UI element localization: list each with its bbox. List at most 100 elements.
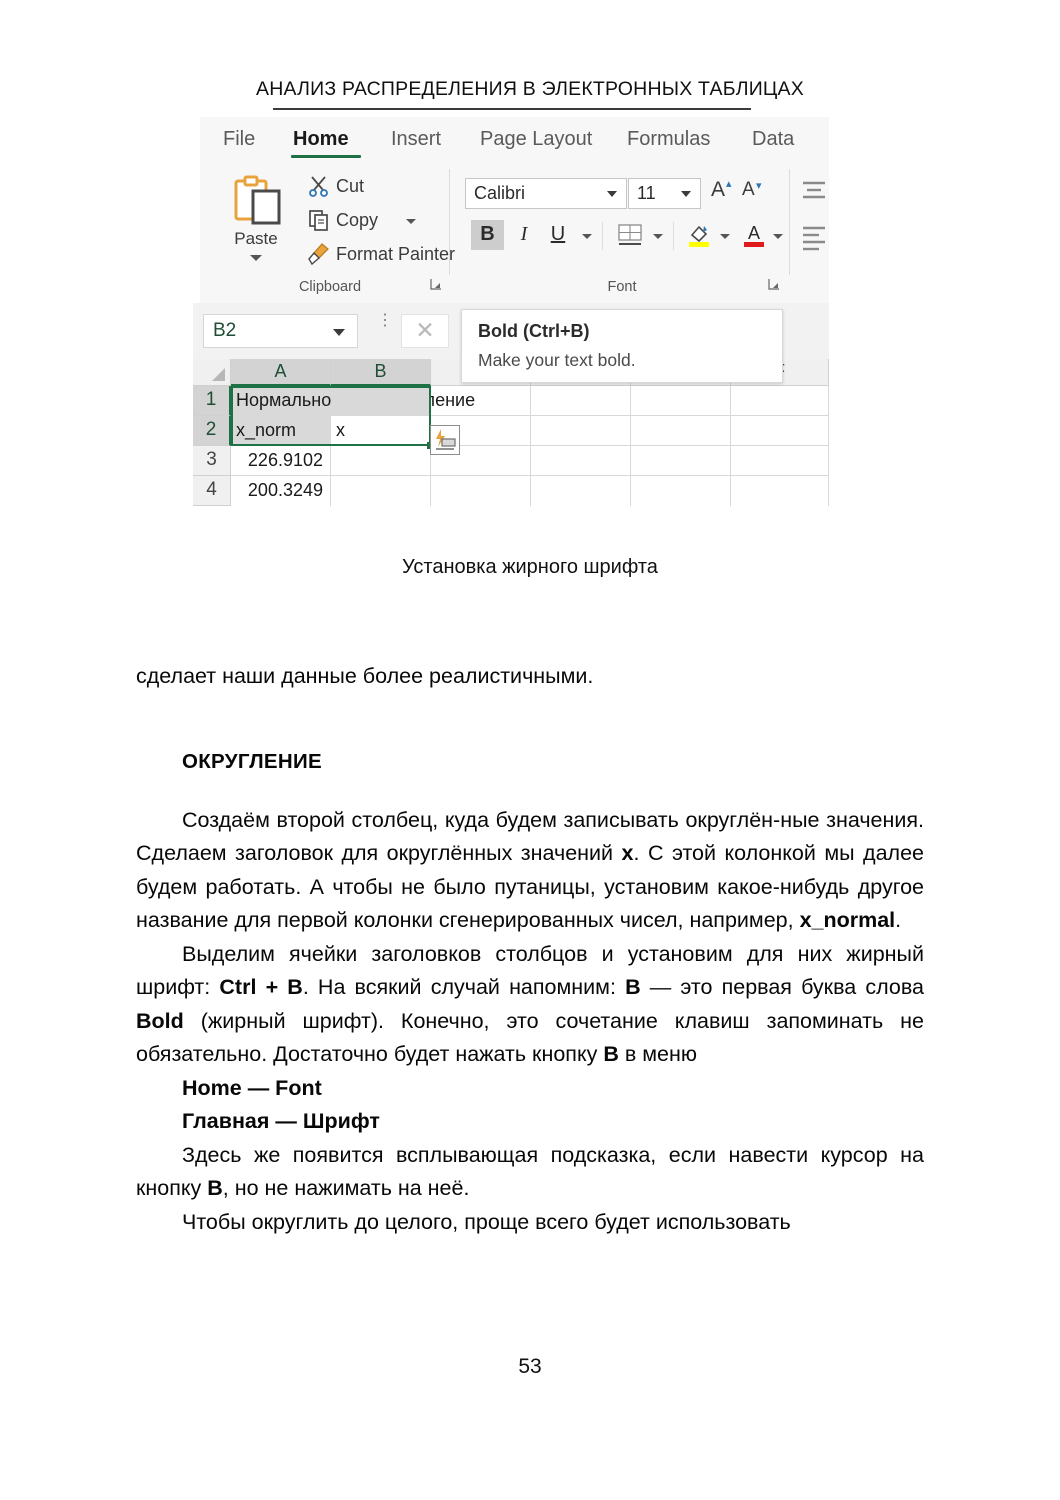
clipboard-group-label: Clipboard: [298, 279, 362, 295]
font-sep-2: [673, 222, 674, 250]
cell-d2[interactable]: [531, 416, 631, 446]
italic-button[interactable]: I: [510, 223, 538, 246]
cell-e2[interactable]: [631, 416, 731, 446]
font-dialog-launcher[interactable]: [767, 277, 781, 294]
formula-bar-handle[interactable]: ⋮: [377, 313, 393, 329]
cell-f2[interactable]: [731, 416, 829, 446]
font-size-combobox[interactable]: 11: [628, 178, 701, 209]
cut-label[interactable]: Cut: [336, 176, 364, 197]
paste-button[interactable]: Paste: [216, 171, 296, 275]
fill-color-button[interactable]: [687, 222, 713, 253]
font-color-button[interactable]: A: [742, 222, 766, 253]
copy-dropdown-caret-icon[interactable]: [406, 219, 416, 224]
cell-e3[interactable]: [631, 446, 731, 476]
name-box-caret-icon[interactable]: [333, 329, 345, 336]
row-header-3[interactable]: 3: [193, 446, 231, 476]
borders-dropdown-caret-icon[interactable]: [653, 234, 663, 239]
cell-d3[interactable]: [531, 446, 631, 476]
tab-home-underline: [291, 155, 361, 158]
cell-f4[interactable]: [731, 476, 829, 506]
running-head: АНАЛИЗ РАСПРЕДЕЛЕНИЯ В ЭЛЕКТРОННЫХ ТАБЛИ…: [256, 78, 804, 100]
p2-bold-b1: B: [625, 975, 641, 999]
ribbon-tab-strip: File Home Insert Page Layout Formulas Da…: [200, 117, 829, 165]
p1-part-e: .: [895, 908, 902, 932]
cell-d1[interactable]: [531, 386, 631, 416]
svg-text:A: A: [748, 223, 760, 243]
paste-dropdown-caret-icon[interactable]: [250, 255, 262, 261]
cell-f3[interactable]: [731, 446, 829, 476]
p2-bold-bold: Bold: [136, 1008, 184, 1033]
p3-part-c: , но не нажимать на неё.: [222, 1176, 470, 1200]
column-header-b[interactable]: B: [331, 359, 431, 386]
font-color-dropdown-caret-icon[interactable]: [773, 234, 783, 239]
font-group-separator: [789, 169, 790, 275]
row-header-1[interactable]: 1: [193, 386, 231, 416]
align-top-icon[interactable]: [800, 179, 828, 208]
name-box[interactable]: B2: [203, 314, 358, 348]
tab-file[interactable]: File: [223, 128, 255, 151]
cell-a1[interactable]: Нормальное распределение: [231, 386, 475, 416]
p2-part-e: — это первая буква слова: [640, 975, 924, 999]
cell-b1[interactable]: [331, 386, 431, 416]
font-style-row: B I U A: [465, 220, 785, 254]
figure-caption: Установка жирного шрифта: [402, 556, 658, 578]
font-group-label: Font: [607, 279, 637, 295]
tab-home[interactable]: Home: [293, 128, 349, 151]
row-header-2[interactable]: 2: [193, 416, 231, 446]
ribbon-home-panel: Paste Cut Copy Format Painter Clipboard …: [200, 165, 829, 303]
menu-path-en: Home — Font: [182, 1075, 322, 1100]
increase-font-size-button[interactable]: A: [711, 178, 725, 202]
paragraph-3: Здесь же появится всплывающая подсказка,…: [136, 1139, 924, 1206]
excel-window: File Home Insert Page Layout Formulas Da…: [193, 117, 829, 532]
tab-formulas[interactable]: Formulas: [627, 128, 710, 151]
cell-b3[interactable]: [331, 446, 431, 476]
cell-b2[interactable]: x: [331, 416, 431, 446]
tab-page-layout[interactable]: Page Layout: [480, 128, 592, 151]
underline-dropdown-caret-icon[interactable]: [582, 234, 592, 239]
cancel-entry-button[interactable]: ✕: [401, 314, 449, 348]
cell-a4[interactable]: 200.3249: [231, 476, 331, 506]
cell-c1[interactable]: [431, 386, 531, 416]
cell-a2[interactable]: x_norm: [231, 416, 331, 446]
format-painter-label[interactable]: Format Painter: [336, 244, 455, 265]
decrease-font-size-button[interactable]: A: [742, 179, 755, 201]
font-name-caret-icon[interactable]: [607, 191, 617, 197]
cell-b4[interactable]: [331, 476, 431, 506]
font-name-combobox[interactable]: Calibri: [465, 178, 627, 209]
cell-e4[interactable]: [631, 476, 731, 506]
format-painter-icon: [306, 242, 329, 266]
borders-button[interactable]: [617, 223, 643, 252]
font-sep-1: [602, 222, 603, 250]
fill-color-dropdown-caret-icon[interactable]: [720, 234, 730, 239]
menu-path-ru: Главная — Шрифт: [182, 1109, 380, 1133]
underline-button[interactable]: U: [544, 223, 572, 246]
clipboard-dialog-launcher[interactable]: [429, 277, 443, 294]
clipboard-group-separator: [449, 169, 450, 275]
quick-analysis-button[interactable]: [430, 425, 460, 455]
cell-a3[interactable]: 226.9102: [231, 446, 331, 476]
select-all-corner[interactable]: [193, 359, 231, 386]
cell-d4[interactable]: [531, 476, 631, 506]
tab-data[interactable]: Data: [752, 128, 794, 151]
tooltip-title: Bold (Ctrl+B): [478, 321, 590, 341]
paragraph-2: Выделим ячейки заголовков столбцов и уст…: [136, 938, 924, 1072]
spacer-before-heading: [136, 694, 924, 750]
font-size-caret-icon[interactable]: [681, 191, 691, 197]
increase-font-chevron-up-icon: ▴: [726, 178, 732, 190]
p2-part-i: в меню: [618, 1042, 697, 1066]
p2-part-g: (жирный шрифт). Конечно, это сочетание к…: [136, 1008, 924, 1067]
cell-f1[interactable]: [731, 386, 829, 416]
align-left-icon[interactable]: [800, 225, 828, 256]
font-name-value: Calibri: [474, 183, 526, 203]
column-header-a[interactable]: A: [231, 359, 331, 386]
paste-label: Paste: [234, 229, 278, 248]
row-header-4[interactable]: 4: [193, 476, 231, 506]
p2-bold-b2: B: [603, 1042, 619, 1066]
cut-icon: [308, 175, 330, 197]
cell-e1[interactable]: [631, 386, 731, 416]
cell-b2-text: x: [336, 420, 345, 440]
tab-insert[interactable]: Insert: [391, 128, 441, 151]
cell-c4[interactable]: [431, 476, 531, 506]
copy-label[interactable]: Copy: [336, 210, 378, 231]
body-text: сделает наши данные более реалистичными.…: [136, 660, 924, 1239]
